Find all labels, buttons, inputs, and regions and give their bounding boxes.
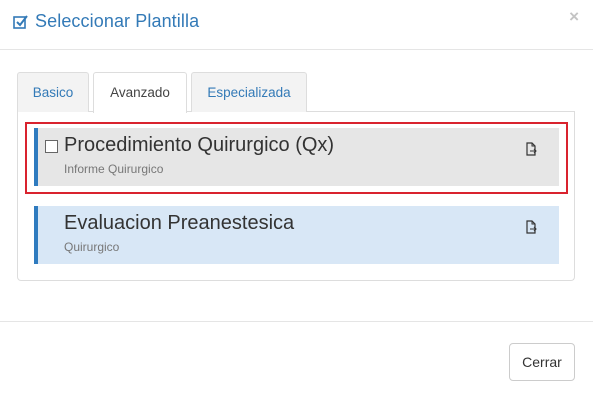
- tab-content: Procedimiento Quirurgico (Qx) Informe Qu…: [17, 112, 575, 281]
- tab-basico[interactable]: Basico: [17, 72, 89, 112]
- checkbox-checked-icon: [13, 14, 28, 29]
- modal-title-text: Seleccionar Plantilla: [35, 11, 200, 31]
- tab-bar: Basico Avanzado Especializada: [17, 72, 575, 113]
- template-checkbox[interactable]: [45, 140, 58, 153]
- modal-title: Seleccionar Plantilla: [13, 11, 199, 32]
- template-title: Procedimiento Quirurgico (Qx): [64, 134, 335, 156]
- template-title: Evaluacion Preanestesica: [64, 212, 295, 234]
- cerrar-button[interactable]: Cerrar: [509, 343, 575, 381]
- template-subtitle: Informe Quirurgico: [64, 162, 164, 176]
- file-export-icon[interactable]: [525, 220, 537, 234]
- template-item-procedimiento[interactable]: Procedimiento Quirurgico (Qx) Informe Qu…: [34, 128, 559, 186]
- modal-footer: Cerrar: [0, 321, 593, 404]
- close-icon[interactable]: ×: [569, 8, 579, 26]
- template-item-evaluacion[interactable]: Evaluacion Preanestesica Quirurgico: [34, 206, 559, 264]
- template-subtitle: Quirurgico: [64, 240, 120, 254]
- file-export-icon[interactable]: [525, 142, 537, 156]
- tab-especializada[interactable]: Especializada: [191, 72, 307, 112]
- tab-avanzado[interactable]: Avanzado: [93, 72, 187, 113]
- template-panel: Basico Avanzado Especializada Procedimie…: [17, 72, 575, 281]
- modal-header: Seleccionar Plantilla ×: [0, 0, 593, 50]
